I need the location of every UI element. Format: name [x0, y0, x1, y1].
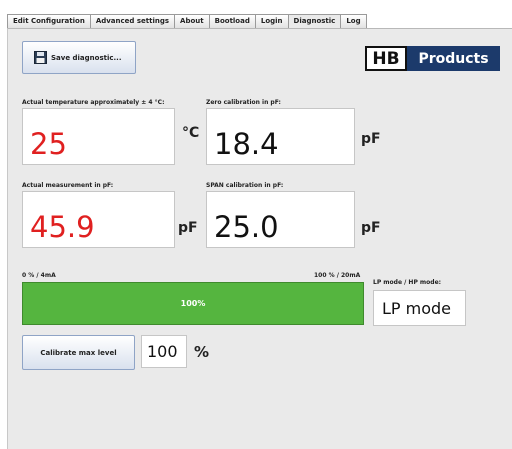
- level-progress-bar: 100%: [22, 282, 364, 325]
- tab-bar: Edit Configuration Advanced settings Abo…: [7, 14, 367, 28]
- tab-login[interactable]: Login: [254, 14, 289, 28]
- mode-value: LP mode: [373, 290, 466, 326]
- save-diagnostic-button[interactable]: Save diagnostic...: [22, 41, 136, 74]
- temperature-label: Actual temperature approximately ± 4 °C:: [22, 99, 165, 106]
- level-unit: %: [194, 343, 210, 361]
- zero-calibration-unit: pF: [361, 131, 381, 147]
- progress-value-label: 100%: [180, 299, 206, 308]
- tab-diagnostic[interactable]: Diagnostic: [287, 14, 342, 28]
- span-calibration-label: SPAN calibration in pF:: [206, 182, 284, 189]
- hb-products-logo: HB Products: [365, 46, 500, 71]
- mode-label: LP mode / HP mode:: [373, 279, 442, 286]
- tab-bootload[interactable]: Bootload: [208, 14, 256, 28]
- tab-about[interactable]: About: [174, 14, 210, 28]
- progress-min-label: 0 % / 4mA: [22, 272, 56, 279]
- progress-max-label: 100 % / 20mA: [314, 272, 361, 279]
- tab-edit-configuration[interactable]: Edit Configuration: [7, 14, 91, 28]
- tab-advanced-settings[interactable]: Advanced settings: [89, 14, 176, 28]
- floppy-disk-icon: [34, 51, 47, 64]
- temperature-value: 25: [22, 108, 175, 165]
- temperature-unit: °C: [182, 125, 200, 141]
- logo-hb: HB: [365, 46, 407, 71]
- tab-log[interactable]: Log: [340, 14, 367, 28]
- diagnostic-panel: Save diagnostic... HB Products Actual te…: [7, 28, 512, 449]
- save-diagnostic-label: Save diagnostic...: [51, 53, 122, 62]
- level-value-input[interactable]: 100: [141, 335, 187, 368]
- logo-products: Products: [407, 46, 500, 71]
- span-calibration-value: 25.0: [206, 191, 355, 248]
- calibrate-max-level-button[interactable]: Calibrate max level: [22, 335, 135, 370]
- measurement-label: Actual measurement in pF:: [22, 182, 114, 189]
- span-calibration-unit: pF: [361, 220, 381, 236]
- zero-calibration-label: Zero calibration in pF:: [206, 99, 281, 106]
- measurement-value: 45.9: [22, 191, 175, 248]
- measurement-unit: pF: [178, 220, 198, 236]
- zero-calibration-value: 18.4: [206, 108, 355, 165]
